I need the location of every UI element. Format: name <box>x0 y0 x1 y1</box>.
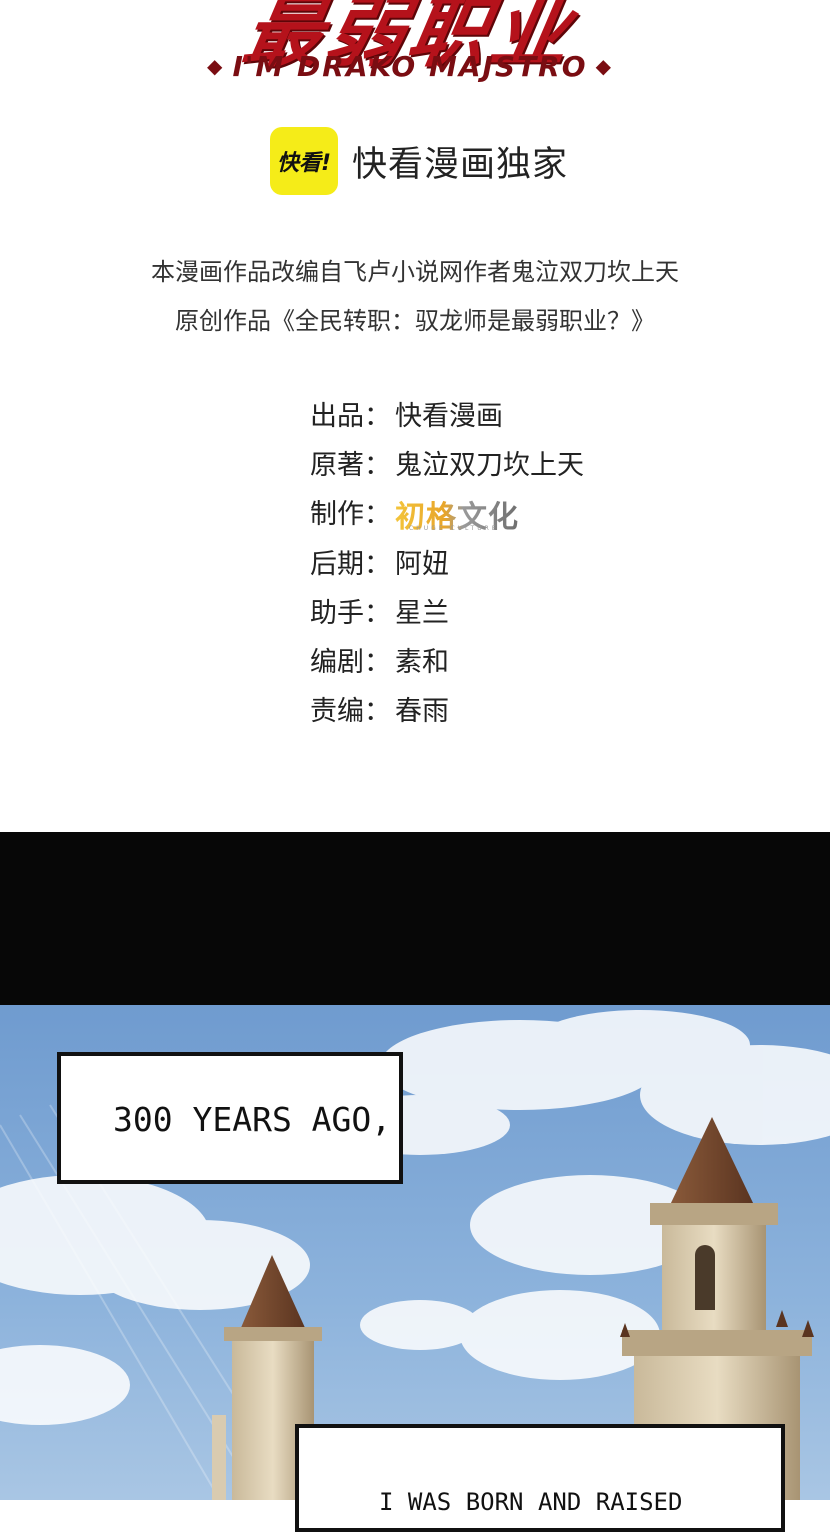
staff-row-production: 制作： 初格文化 CHUGE CULTURE <box>310 487 584 536</box>
caption-box-2: I WAS BORN AND RAISED <box>295 1424 785 1532</box>
staff-row-assistant: 助手： 星兰 <box>310 586 584 635</box>
adaptation-line-2: 原创作品《全民转职：驭龙师是最弱职业？》 <box>175 307 655 335</box>
staff-value: 春雨 <box>395 696 449 728</box>
adaptation-line-1: 本漫画作品改编自飞卢小说网作者鬼泣双刀坎上天 <box>151 258 679 286</box>
exclusive-text: 快看漫画独家 <box>352 144 569 185</box>
staff-row-original-author: 原著： 鬼泣双刀坎上天 <box>310 438 584 487</box>
black-band <box>0 832 830 1005</box>
adaptation-note: 本漫画作品改编自飞卢小说网作者鬼泣双刀坎上天 原创作品《全民转职：驭龙师是最弱职… <box>0 248 830 346</box>
staff-row-editor: 责编： 春雨 <box>310 684 584 733</box>
diamond-icon: ◆ <box>595 54 613 78</box>
diamond-icon: ◆ <box>207 54 225 78</box>
staff-label: 责编： <box>310 696 391 728</box>
staff-value: 阿妞 <box>395 548 449 580</box>
title-logo: 最弱职业 ◆ I'M DRAKO MAJSTRO ◆ <box>160 0 660 100</box>
staff-label: 编剧： <box>310 647 391 679</box>
staff-value: 星兰 <box>395 597 449 629</box>
caption-text-1: 300 YEARS AGO, <box>113 1100 392 1139</box>
staff-value: 鬼泣双刀坎上天 <box>395 450 584 482</box>
staff-row-screenwriter: 编剧： 素和 <box>310 635 584 684</box>
caption-box-1: 300 YEARS AGO, <box>57 1052 403 1184</box>
exclusive-badge: 快看! 快看漫画独家 <box>270 126 568 196</box>
title-english-text: I'M DRAKO MAJSTRO <box>232 50 588 83</box>
staff-list: 出品： 快看漫画 原著： 鬼泣双刀坎上天 制作： 初格文化 CHUGE CULTUR… <box>310 389 584 733</box>
kuaikan-logo: 快看! <box>270 127 338 195</box>
staff-label: 原著： <box>310 450 391 482</box>
staff-value: 快看漫画 <box>395 401 503 433</box>
staff-label: 出品： <box>310 401 391 433</box>
caption-text-2: I WAS BORN AND RAISED <box>379 1488 683 1516</box>
staff-row-post-production: 后期： 阿妞 <box>310 537 584 586</box>
credits-page: 最弱职业 ◆ I'M DRAKO MAJSTRO ◆ 快看! 快看漫画独家 本漫画作… <box>0 0 830 832</box>
staff-value: 素和 <box>395 647 449 679</box>
title-english: ◆ I'M DRAKO MAJSTRO ◆ <box>160 50 660 83</box>
staff-label: 制作： <box>310 499 391 531</box>
studio-logo-subtext: CHUGE CULTURE <box>409 524 499 532</box>
studio-logo: 初格文化 CHUGE CULTURE <box>395 492 519 535</box>
staff-label: 助手： <box>310 597 391 629</box>
staff-row-producer: 出品： 快看漫画 <box>310 389 584 438</box>
staff-label: 后期： <box>310 548 391 580</box>
